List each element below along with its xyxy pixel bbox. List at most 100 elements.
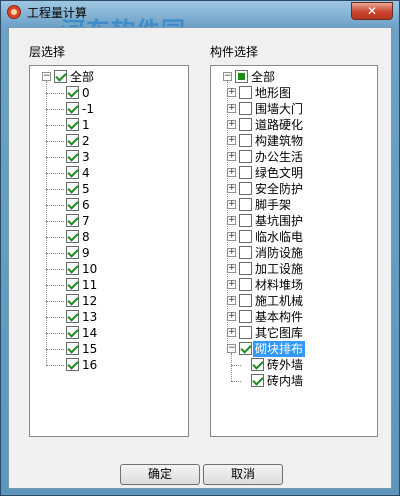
collapse-toggle-icon[interactable]: −	[42, 72, 51, 81]
layer-item[interactable]: 8	[30, 229, 188, 245]
component-item[interactable]: − 砌块排布	[211, 341, 377, 357]
component-item[interactable]: + 消防设施	[211, 245, 377, 261]
close-button[interactable]: ✕	[351, 2, 393, 20]
component-item[interactable]: + 加工设施	[211, 261, 377, 277]
checkbox[interactable]	[251, 374, 264, 387]
component-subitem[interactable]: 砖内墙	[211, 373, 377, 389]
expand-toggle-icon[interactable]: +	[227, 184, 236, 193]
expand-toggle-icon[interactable]: +	[227, 88, 236, 97]
component-item[interactable]: + 构建筑物	[211, 133, 377, 149]
checkbox[interactable]	[239, 166, 252, 179]
checkbox[interactable]	[66, 358, 79, 371]
layer-item[interactable]: 11	[30, 277, 188, 293]
checkbox[interactable]	[66, 150, 79, 163]
checkbox[interactable]	[239, 102, 252, 115]
component-item[interactable]: + 道路硬化	[211, 117, 377, 133]
expand-toggle-icon[interactable]: +	[227, 200, 236, 209]
expand-toggle-icon[interactable]: +	[227, 216, 236, 225]
component-tree-root[interactable]: − 全部	[211, 69, 377, 85]
checkbox[interactable]	[239, 294, 252, 307]
expand-toggle-icon[interactable]: +	[227, 264, 236, 273]
checkbox[interactable]	[66, 310, 79, 323]
checkbox[interactable]	[66, 294, 79, 307]
component-item[interactable]: + 其它图库	[211, 325, 377, 341]
layer-item[interactable]: 7	[30, 213, 188, 229]
expand-toggle-icon[interactable]: +	[227, 120, 236, 129]
checkbox[interactable]	[66, 262, 79, 275]
checkbox[interactable]	[239, 326, 252, 339]
checkbox[interactable]	[66, 198, 79, 211]
checkbox[interactable]	[239, 86, 252, 99]
component-item[interactable]: + 办公生活	[211, 149, 377, 165]
component-subitem[interactable]: 砖外墙	[211, 357, 377, 373]
layer-item[interactable]: 9	[30, 245, 188, 261]
layer-item[interactable]: 5	[30, 181, 188, 197]
expand-toggle-icon[interactable]: +	[227, 312, 236, 321]
expand-toggle-icon[interactable]: +	[227, 328, 236, 337]
expand-toggle-icon[interactable]: +	[227, 152, 236, 161]
checkbox[interactable]	[66, 278, 79, 291]
component-item[interactable]: + 地形图	[211, 85, 377, 101]
layer-item[interactable]: 13	[30, 309, 188, 325]
layer-item[interactable]: 15	[30, 341, 188, 357]
layer-item[interactable]: 10	[30, 261, 188, 277]
component-tree-panel[interactable]: − 全部 + 地形图 + 围墙大门 + 道路硬化 + 构建筑物 + 办公生活 + 绿色文明 + 安全防护 + 脚手…	[210, 65, 378, 437]
checkbox[interactable]	[66, 86, 79, 99]
component-item[interactable]: + 基本构件	[211, 309, 377, 325]
collapse-toggle-icon[interactable]: −	[223, 72, 232, 81]
expand-toggle-icon[interactable]: +	[227, 296, 236, 305]
checkbox[interactable]	[66, 134, 79, 147]
layer-item[interactable]: 6	[30, 197, 188, 213]
checkbox[interactable]	[66, 230, 79, 243]
layer-item[interactable]: -1	[30, 101, 188, 117]
checkbox[interactable]	[239, 278, 252, 291]
checkbox[interactable]	[239, 118, 252, 131]
layer-item[interactable]: 14	[30, 325, 188, 341]
checkbox[interactable]	[239, 198, 252, 211]
checkbox[interactable]	[66, 214, 79, 227]
expand-toggle-icon[interactable]: +	[227, 104, 236, 113]
checkbox[interactable]	[239, 342, 252, 355]
checkbox[interactable]	[239, 134, 252, 147]
component-item[interactable]: + 绿色文明	[211, 165, 377, 181]
checkbox[interactable]	[66, 182, 79, 195]
expand-toggle-icon[interactable]: +	[227, 248, 236, 257]
component-item[interactable]: + 临水临电	[211, 229, 377, 245]
checkbox[interactable]	[239, 262, 252, 275]
layer-item[interactable]: 4	[30, 165, 188, 181]
checkbox[interactable]	[239, 182, 252, 195]
component-item[interactable]: + 材料堆场	[211, 277, 377, 293]
checkbox[interactable]	[66, 326, 79, 339]
layer-item[interactable]: 1	[30, 117, 188, 133]
checkbox[interactable]	[66, 342, 79, 355]
cancel-button[interactable]: 取消	[203, 464, 283, 485]
component-item[interactable]: + 安全防护	[211, 181, 377, 197]
layer-item[interactable]: 16	[30, 357, 188, 373]
component-item[interactable]: + 围墙大门	[211, 101, 377, 117]
checkbox[interactable]	[66, 166, 79, 179]
layer-item[interactable]: 2	[30, 133, 188, 149]
checkbox[interactable]	[239, 246, 252, 259]
checkbox[interactable]	[239, 230, 252, 243]
expand-toggle-icon[interactable]: +	[227, 168, 236, 177]
component-item[interactable]: + 施工机械	[211, 293, 377, 309]
layer-item[interactable]: 0	[30, 85, 188, 101]
component-item[interactable]: + 脚手架	[211, 197, 377, 213]
ok-button[interactable]: 确定	[120, 464, 200, 485]
expand-toggle-icon[interactable]: +	[227, 136, 236, 145]
expand-toggle-icon[interactable]: +	[227, 232, 236, 241]
title-bar[interactable]: 工程量计算 ✕	[1, 1, 399, 23]
collapse-toggle-icon[interactable]: −	[227, 344, 236, 353]
checkbox[interactable]	[239, 150, 252, 163]
checkbox[interactable]	[239, 214, 252, 227]
checkbox[interactable]	[239, 310, 252, 323]
checkbox[interactable]	[251, 358, 264, 371]
layer-tree-root[interactable]: − 全部	[30, 69, 188, 85]
checkbox[interactable]	[235, 70, 248, 83]
layer-tree-panel[interactable]: − 全部 0 -1 1 2 3 4 5 6 7 8 9 10 11 12 13 14 15 16	[29, 65, 189, 437]
expand-toggle-icon[interactable]: +	[227, 280, 236, 289]
checkbox[interactable]	[66, 102, 79, 115]
checkbox[interactable]	[66, 118, 79, 131]
checkbox[interactable]	[66, 246, 79, 259]
layer-item[interactable]: 3	[30, 149, 188, 165]
